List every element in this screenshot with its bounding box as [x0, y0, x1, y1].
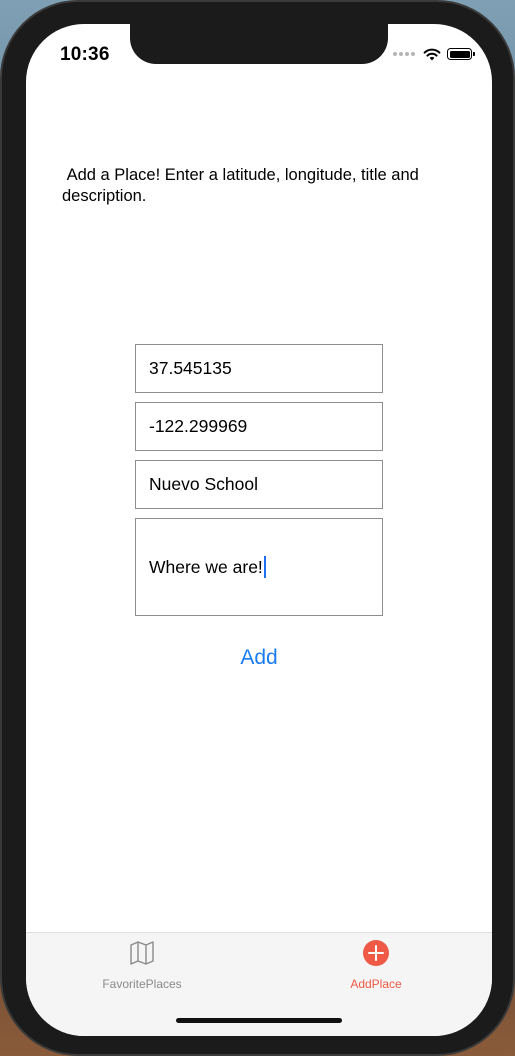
map-icon: [67, 939, 217, 967]
plus-circle-icon: [301, 939, 451, 967]
description-field[interactable]: Where we are!: [135, 518, 383, 616]
cellular-signal-icon: [393, 52, 415, 56]
wifi-icon: [423, 48, 441, 61]
tab-add-place-label: AddPlace: [350, 977, 402, 991]
description-value: Where we are!: [149, 556, 263, 577]
app-screen: 10:36 Add a Place! Enter a latitude, lon…: [26, 24, 492, 1036]
tab-add-place[interactable]: AddPlace: [301, 939, 451, 991]
longitude-value: -122.299969: [149, 416, 248, 436]
title-value: Nuevo School: [149, 474, 258, 494]
status-time: 10:36: [60, 44, 110, 65]
longitude-field[interactable]: -122.299969: [135, 402, 383, 451]
battery-icon: [447, 48, 475, 60]
add-button[interactable]: Add: [209, 646, 309, 670]
text-cursor: [263, 556, 266, 578]
latitude-value: 37.545135: [149, 358, 232, 378]
title-field[interactable]: Nuevo School: [135, 460, 383, 509]
instructions-text: Add a Place! Enter a latitude, longitude…: [62, 166, 419, 205]
device-frame: 10:36 Add a Place! Enter a latitude, lon…: [0, 0, 515, 1056]
status-indicators: [393, 46, 475, 62]
home-indicator[interactable]: [176, 1018, 342, 1023]
tab-favorite-places[interactable]: FavoritePlaces: [67, 939, 217, 991]
device-notch: [130, 24, 388, 64]
tab-favorite-places-label: FavoritePlaces: [102, 977, 182, 991]
latitude-field[interactable]: 37.545135: [135, 344, 383, 393]
